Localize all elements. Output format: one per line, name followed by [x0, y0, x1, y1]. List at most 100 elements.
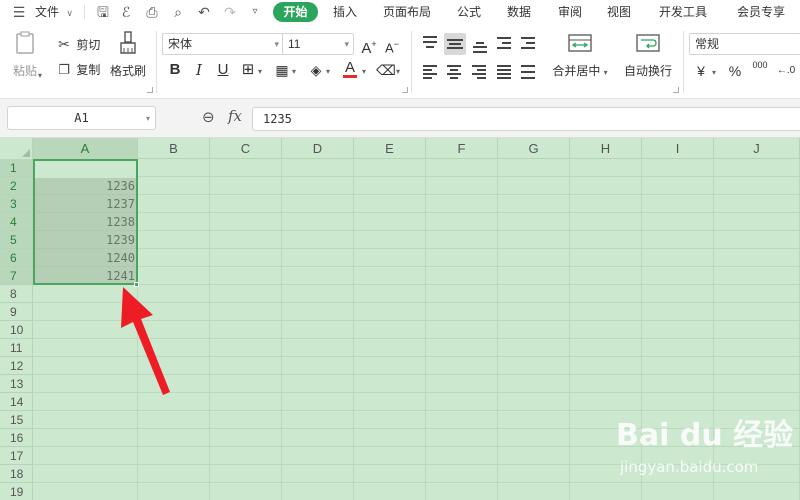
font-name-select[interactable]: 宋体 ▾: [162, 33, 284, 55]
hamburger-menu-icon[interactable]: ☰: [10, 3, 28, 21]
tab-review[interactable]: 审阅: [558, 0, 582, 24]
row-header-5[interactable]: 5: [0, 231, 33, 249]
borders-dropdown-icon[interactable]: ▾: [258, 67, 262, 76]
row-header-17[interactable]: 17: [0, 447, 33, 465]
currency-dropdown-icon[interactable]: ▾: [712, 68, 716, 77]
clear-dropdown-icon[interactable]: ▾: [396, 67, 400, 76]
paste-dropdown-icon[interactable]: ▾: [38, 71, 42, 80]
align-middle-icon[interactable]: [444, 33, 466, 55]
column-header-g[interactable]: G: [498, 138, 570, 159]
row-header-12[interactable]: 12: [0, 357, 33, 375]
name-box[interactable]: A1: [7, 106, 156, 130]
percent-icon[interactable]: %: [725, 61, 745, 81]
clipboard-launcher-icon[interactable]: [147, 87, 153, 93]
save-icon[interactable]: 🖫: [94, 3, 112, 21]
row-header-3[interactable]: 3: [0, 195, 33, 213]
font-color-icon[interactable]: A: [340, 58, 360, 78]
tab-data[interactable]: 数据: [507, 0, 531, 24]
row-header-4[interactable]: 4: [0, 213, 33, 231]
redo-icon[interactable]: ↷: [221, 3, 239, 21]
print-preview-icon[interactable]: ⌕: [169, 3, 187, 21]
customize-toolbar-icon[interactable]: ▿: [246, 3, 264, 21]
chevron-down-icon[interactable]: ▾: [146, 114, 150, 123]
undo-icon[interactable]: ↶: [195, 3, 213, 21]
row-header-16[interactable]: 16: [0, 429, 33, 447]
fill-color-icon[interactable]: ◈: [306, 60, 326, 80]
underline-icon[interactable]: U: [213, 60, 233, 80]
column-header-j[interactable]: J: [714, 138, 800, 159]
number-format-select[interactable]: 常规: [689, 33, 800, 55]
alignment-launcher-icon[interactable]: [673, 87, 679, 93]
align-left-icon[interactable]: [421, 63, 439, 81]
tab-page-layout[interactable]: 页面布局: [383, 0, 431, 24]
tab-formulas[interactable]: 公式: [457, 0, 481, 24]
merge-dropdown-icon[interactable]: ▾: [604, 68, 608, 77]
row-header-11[interactable]: 11: [0, 339, 33, 357]
format-icon[interactable]: ℰ: [117, 3, 135, 21]
justify-icon[interactable]: [495, 63, 513, 81]
borders-icon[interactable]: ⊞: [238, 60, 258, 80]
column-header-a[interactable]: A: [33, 138, 138, 159]
copy-button[interactable]: ❐ 复制: [55, 61, 100, 79]
column-header-i[interactable]: I: [642, 138, 714, 159]
row-header-8[interactable]: 8: [0, 285, 33, 303]
select-all-corner[interactable]: [0, 138, 33, 159]
bold-icon[interactable]: B: [165, 60, 185, 80]
tab-insert[interactable]: 插入: [333, 0, 357, 24]
column-header-f[interactable]: F: [426, 138, 498, 159]
row-header-9[interactable]: 9: [0, 303, 33, 321]
align-center-icon[interactable]: [445, 63, 463, 81]
tab-home[interactable]: 开始: [273, 2, 318, 22]
row-header-7[interactable]: 7: [0, 267, 33, 285]
row-header-1[interactable]: 1: [0, 159, 33, 177]
tab-view[interactable]: 视图: [607, 0, 631, 24]
row-header-14[interactable]: 14: [0, 393, 33, 411]
insert-function-button[interactable]: fx: [228, 107, 242, 125]
tab-member[interactable]: 会员专享: [737, 0, 785, 24]
font-launcher-icon[interactable]: [402, 87, 408, 93]
formula-content: 1235: [263, 112, 292, 126]
increase-decimal-icon[interactable]: ←.0: [776, 61, 796, 81]
column-header-d[interactable]: D: [282, 138, 354, 159]
format-painter-button[interactable]: 格式刷: [106, 31, 150, 79]
align-right-icon[interactable]: [470, 63, 488, 81]
column-header-c[interactable]: C: [210, 138, 282, 159]
paste-button[interactable]: 粘贴: [8, 31, 42, 79]
distributed-align-icon[interactable]: [519, 63, 537, 81]
decrease-font-icon[interactable]: A−: [382, 34, 402, 55]
row-header-19[interactable]: 19: [0, 483, 33, 500]
formula-input[interactable]: 1235: [252, 107, 800, 131]
increase-indent-icon[interactable]: [519, 35, 537, 53]
font-color-dropdown-icon[interactable]: ▾: [362, 67, 366, 76]
file-menu[interactable]: 文件 ∨: [35, 0, 73, 24]
clear-format-icon[interactable]: ⌫: [376, 60, 396, 80]
row-header-10[interactable]: 10: [0, 321, 33, 339]
align-top-icon[interactable]: [421, 35, 439, 53]
zoom-formula-icon[interactable]: ⊖: [202, 108, 215, 126]
column-header-b[interactable]: B: [138, 138, 210, 159]
print-icon[interactable]: ⎙: [143, 3, 161, 21]
row-header-18[interactable]: 18: [0, 465, 33, 483]
fill-handle[interactable]: [134, 282, 139, 287]
column-header-e[interactable]: E: [354, 138, 426, 159]
column-header-h[interactable]: H: [570, 138, 642, 159]
copy-icon: ❐: [58, 62, 70, 77]
fill-color-dropdown-icon[interactable]: ▾: [326, 67, 330, 76]
row-header-6[interactable]: 6: [0, 249, 33, 267]
cell-style-icon[interactable]: ▦: [272, 60, 292, 80]
cell-style-dropdown-icon[interactable]: ▾: [292, 67, 296, 76]
decrease-indent-icon[interactable]: [495, 35, 513, 53]
cut-button[interactable]: ✂ 剪切: [55, 35, 100, 53]
currency-icon[interactable]: ¥: [691, 61, 711, 81]
thousands-separator-icon[interactable]: 000: [748, 59, 772, 79]
tab-developer[interactable]: 开发工具: [659, 0, 707, 24]
row-header-13[interactable]: 13: [0, 375, 33, 393]
wrap-text-button[interactable]: 自动换行: [620, 33, 676, 79]
align-bottom-icon[interactable]: [471, 35, 489, 53]
italic-icon[interactable]: I: [189, 60, 209, 80]
increase-font-icon[interactable]: A+: [359, 34, 379, 57]
font-size-select[interactable]: 11 ▾: [282, 33, 354, 55]
row-header-15[interactable]: 15: [0, 411, 33, 429]
row-header-2[interactable]: 2: [0, 177, 33, 195]
merge-center-button[interactable]: 合并居中 ▾: [550, 33, 610, 79]
